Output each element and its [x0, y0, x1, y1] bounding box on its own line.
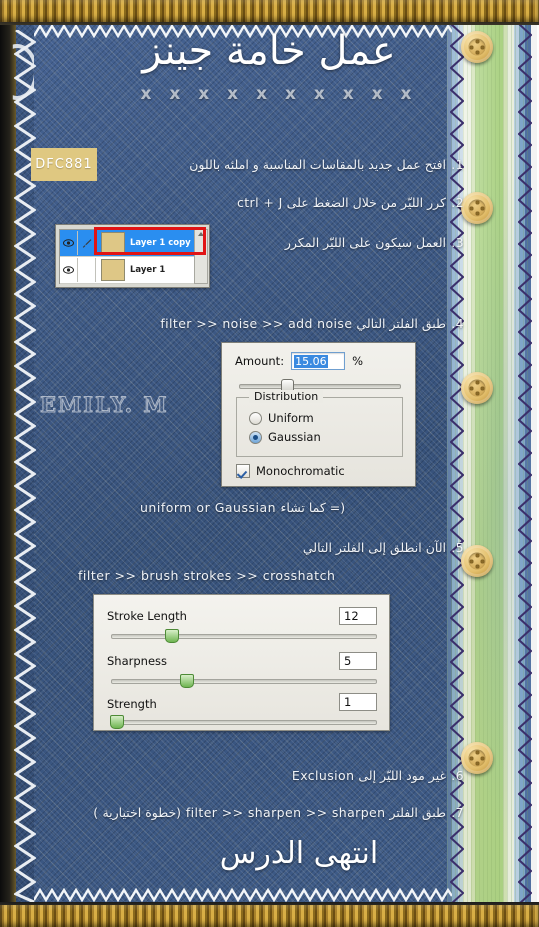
eye-icon — [63, 266, 74, 274]
layer-tool-slot-empty[interactable] — [78, 258, 96, 282]
sharpness-value[interactable]: 5 — [339, 652, 377, 670]
radio-gaussian[interactable]: Gaussian — [249, 430, 321, 444]
decorative-button — [461, 31, 493, 63]
brush-icon — [82, 239, 91, 248]
radio-uniform-label: Uniform — [268, 411, 314, 425]
step-1-text: افتح عمل جديد بالمقاسات المناسبة و املئه… — [189, 157, 446, 172]
step-6-number: 6. — [451, 768, 464, 783]
step-3-number: 3. — [451, 235, 464, 250]
distribution-group-label: Distribution — [249, 390, 324, 403]
step-5-number: 5. — [451, 540, 464, 555]
button-holes-icon — [469, 39, 485, 55]
monochromatic-row[interactable]: Monochromatic — [236, 464, 345, 478]
top-gold-ribbon — [0, 0, 539, 22]
step-4-number: 4. — [451, 316, 464, 331]
percent-symbol: % — [352, 354, 364, 368]
decorative-button — [461, 545, 493, 577]
layer-thumbnail — [101, 259, 125, 281]
distribution-group: Distribution Uniform Gaussian — [236, 390, 403, 457]
note-crosshatch-path: filter >> brush strokes >> crosshatch — [78, 568, 336, 583]
sharpness-label: Sharpness — [107, 654, 168, 668]
stroke-length-slider-thumb[interactable] — [165, 629, 179, 643]
step-5-text: الآن انطلق إلى الفلتر التالي — [302, 540, 446, 555]
amount-label: Amount: — [235, 354, 285, 368]
stroke-length-label: Stroke Length — [107, 609, 187, 623]
stroke-length-slider[interactable] — [111, 634, 377, 639]
sharpness-slider[interactable] — [111, 679, 377, 684]
decorative-button — [461, 372, 493, 404]
add-noise-dialog: Amount: 15.06 % Distribution Uniform Gau… — [221, 342, 416, 487]
layer-row[interactable]: Layer 1 — [60, 257, 194, 284]
crosshatch-dialog: Stroke Length 12 Sharpness 5 Strength 1 — [93, 594, 390, 731]
amount-row: Amount: 15.06 % — [235, 352, 363, 370]
page-left-dark-edge — [0, 22, 16, 906]
watermark-signature: EMILY. M — [40, 392, 169, 418]
step-2-text: كرر الليّر من خلال الضغط على ctrl + J — [236, 195, 446, 210]
step-2-number: 2. — [451, 195, 464, 210]
amount-value: 15.06 — [294, 354, 328, 368]
layer-name: Layer 1 — [130, 265, 166, 275]
layer-visibility-eye-icon[interactable] — [60, 258, 78, 282]
monochromatic-checkbox-icon[interactable] — [236, 464, 250, 478]
button-holes-icon — [469, 750, 485, 766]
strength-slider-thumb[interactable] — [110, 715, 124, 729]
button-holes-icon — [469, 380, 485, 396]
note-uniform-or-gaussian: uniform or Gaussian كما تشاء =) — [140, 500, 346, 515]
step-7-text: طبق الفلتر filter >> sharpen >> sharpen … — [93, 805, 446, 820]
page-title: عمل خامة جينز — [142, 28, 396, 74]
color-swatch-label: DFC881 — [35, 157, 93, 172]
decorative-x-divider: x x x x x x x x x x — [140, 84, 418, 104]
decorative-button — [461, 742, 493, 774]
strength-value[interactable]: 1 — [339, 693, 377, 711]
closing-text: انتهى الدرس — [219, 836, 379, 871]
slider-track — [239, 384, 401, 389]
decorative-button — [461, 192, 493, 224]
red-highlight-annotation — [94, 227, 206, 255]
step-6-text: غير مود الليّر إلى Exclusion — [291, 768, 446, 783]
stroke-length-value[interactable]: 12 — [339, 607, 377, 625]
radio-uniform-icon[interactable] — [249, 411, 262, 425]
amount-input[interactable]: 15.06 — [291, 352, 346, 370]
monochromatic-label: Monochromatic — [256, 464, 345, 478]
step-3-text: العمل سيكون على الليّر المكرر — [284, 235, 446, 250]
button-holes-icon — [469, 553, 485, 569]
strength-label: Strength — [107, 697, 157, 711]
step-1-number: 1. — [451, 157, 464, 172]
step-4-text: طبق الفلتر التالي filter >> noise >> add… — [160, 316, 446, 331]
tutorial-page: عمل خامة جينز x x x x x x x x x x DFC881… — [0, 0, 539, 927]
strength-slider[interactable] — [111, 720, 377, 725]
radio-uniform[interactable]: Uniform — [249, 411, 314, 425]
button-holes-icon — [469, 200, 485, 216]
eye-icon — [63, 239, 74, 247]
color-swatch-DFC881: DFC881 — [31, 148, 97, 181]
bottom-gold-ribbon — [0, 905, 539, 927]
layer-visibility-eye-icon[interactable] — [60, 231, 78, 255]
layers-panel: Layer 1 copy Layer 1 — [55, 224, 210, 288]
radio-gaussian-label: Gaussian — [268, 430, 321, 444]
radio-gaussian-icon[interactable] — [249, 430, 262, 444]
step-7-number: 7. — [451, 805, 464, 820]
sharpness-slider-thumb[interactable] — [180, 674, 194, 688]
